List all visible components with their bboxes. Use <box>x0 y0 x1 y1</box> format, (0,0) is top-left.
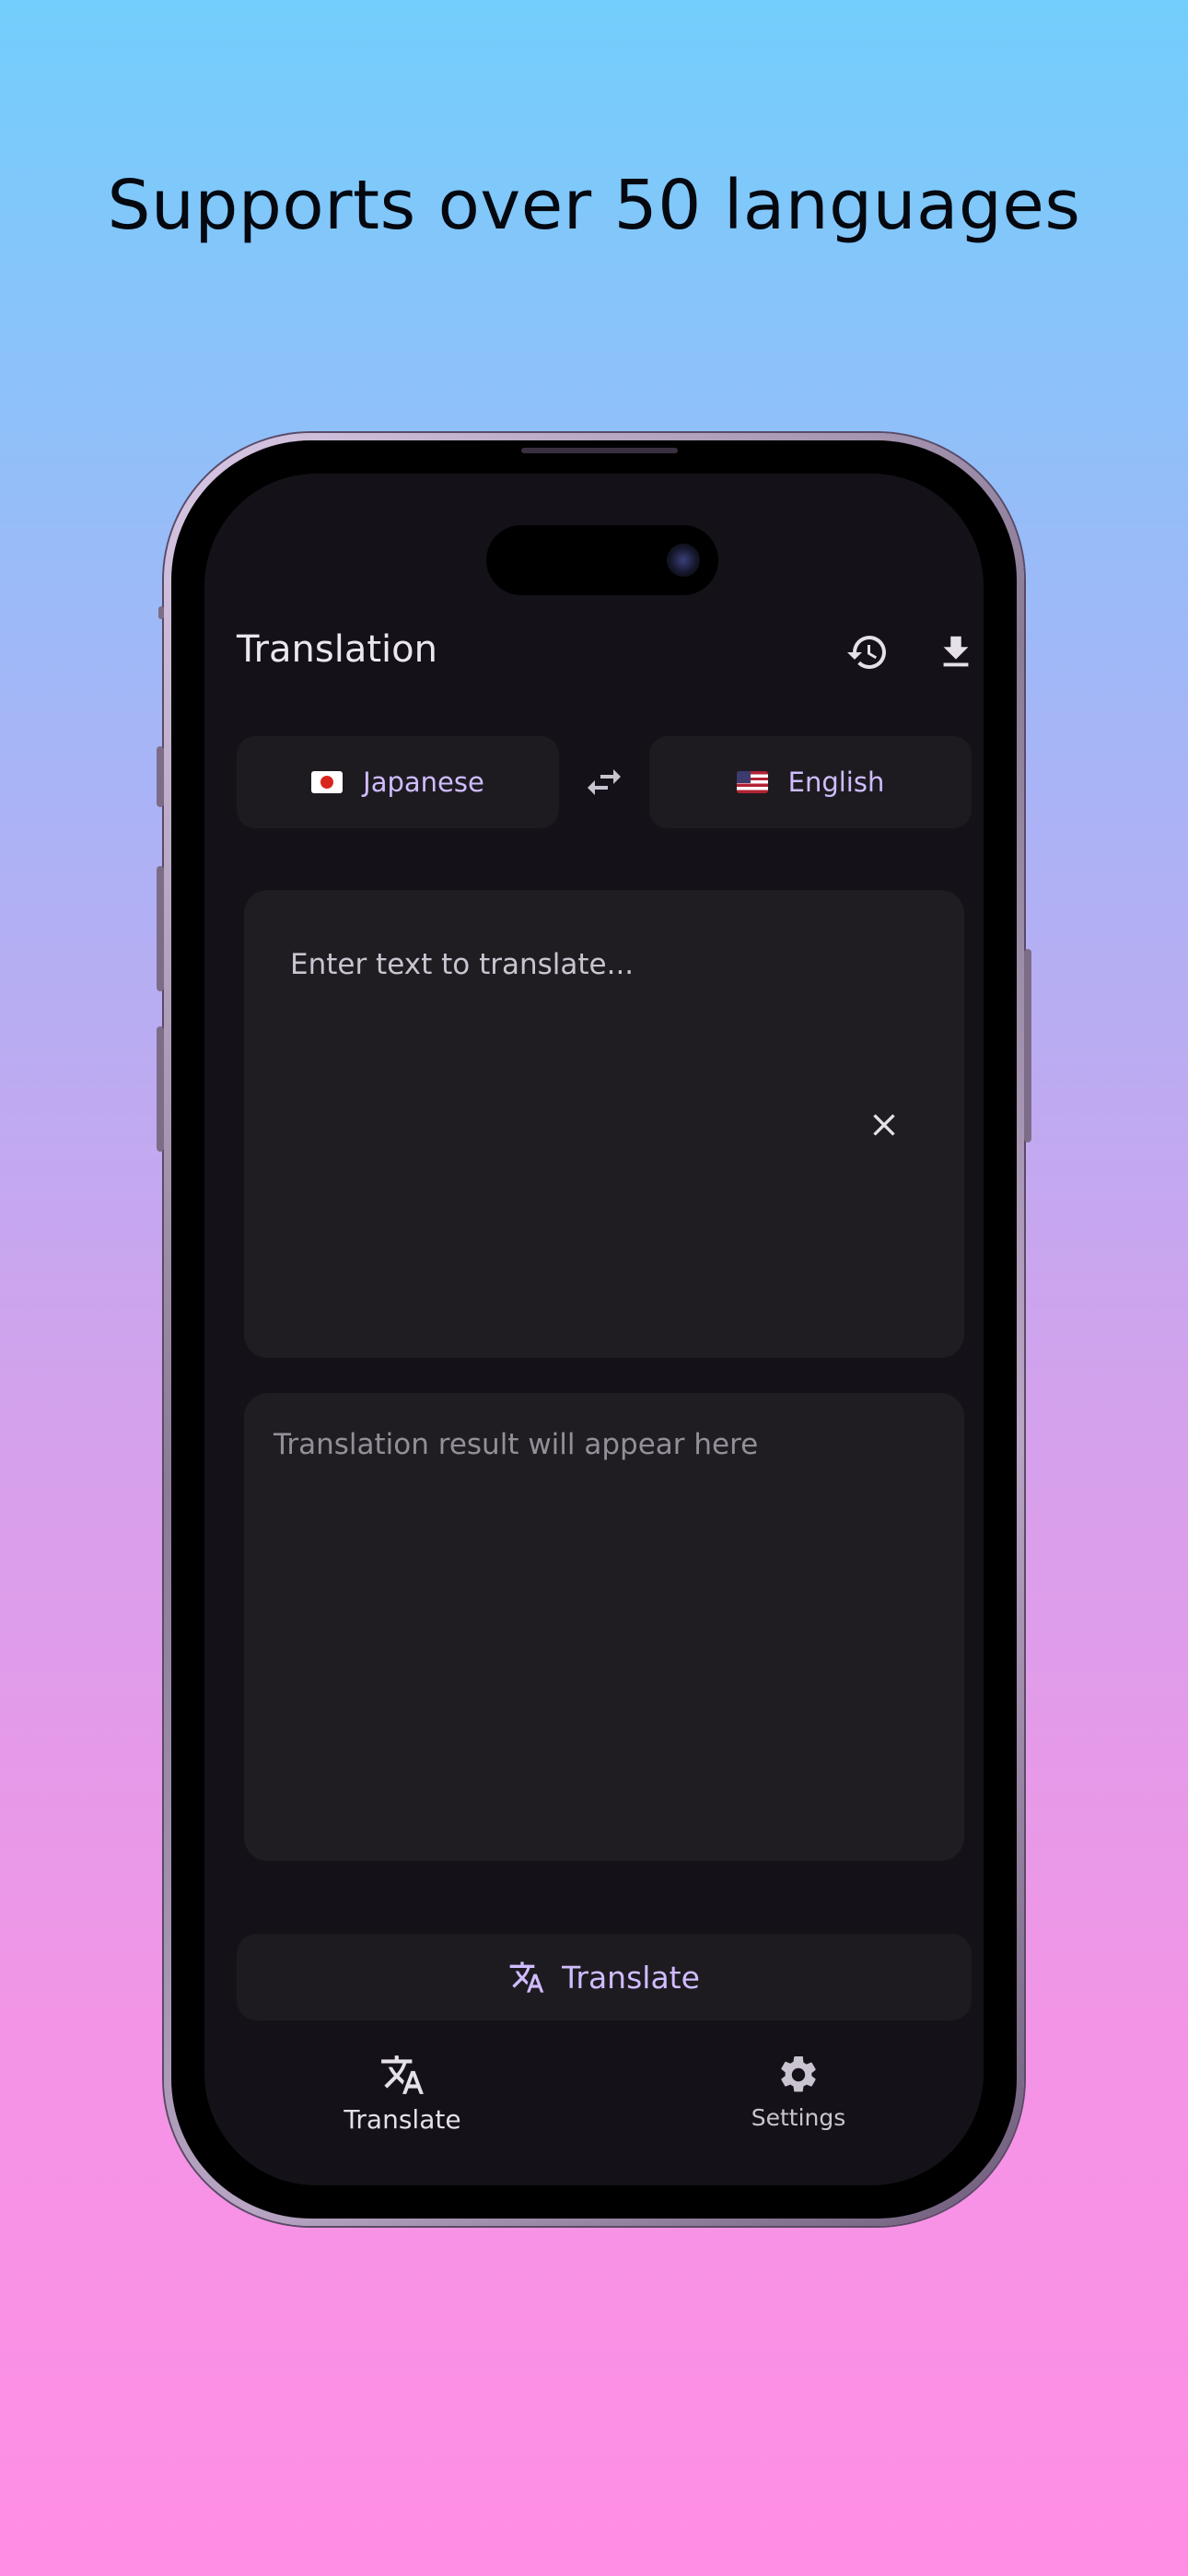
download-icon <box>943 636 969 667</box>
phone-frame: Translation Japanese English Enter text … <box>157 433 1031 2226</box>
bottom-nav: Translate Settings <box>204 2040 984 2160</box>
app-bar: Translation <box>204 612 984 695</box>
swap-languages-button[interactable] <box>568 755 640 810</box>
clear-input-button[interactable] <box>852 1093 916 1157</box>
translate-icon <box>509 1961 544 1993</box>
result-card: Translation result will appear here <box>244 1393 964 1861</box>
speaker-grille <box>521 448 678 453</box>
camera-icon <box>667 544 700 577</box>
page-title: Translation <box>237 628 437 671</box>
input-card <box>244 890 964 1358</box>
translate-button[interactable]: Translate <box>237 1934 972 2020</box>
side-button <box>158 606 164 619</box>
nav-label-translate: Translate <box>344 2104 461 2135</box>
swap-arrows-icon <box>588 769 621 795</box>
target-language-label: English <box>787 767 885 798</box>
nav-item-translate[interactable]: Translate <box>292 2040 513 2150</box>
translate-button-label: Translate <box>562 1959 700 1996</box>
target-language-button[interactable]: English <box>649 736 972 828</box>
close-icon <box>873 1114 895 1136</box>
side-button <box>157 746 164 807</box>
us-flag-icon <box>736 771 768 793</box>
volume-up-button <box>157 866 164 991</box>
history-button[interactable] <box>840 625 895 680</box>
translate-icon <box>379 2051 426 2099</box>
source-language-label: Japanese <box>363 767 484 798</box>
headline: Supports over 50 languages <box>107 166 1081 245</box>
phone-bezel: Translation Japanese English Enter text … <box>171 440 1017 2219</box>
app-screen: Translation Japanese English Enter text … <box>204 474 984 2185</box>
download-button[interactable] <box>928 625 984 680</box>
history-icon <box>847 636 886 669</box>
power-button <box>1024 949 1031 1142</box>
result-placeholder: Translation result will appear here <box>274 1428 759 1461</box>
nav-item-settings[interactable]: Settings <box>688 2040 909 2150</box>
language-selector: Japanese English <box>237 736 972 828</box>
dynamic-island <box>486 525 718 595</box>
gear-icon <box>775 2051 822 2099</box>
japan-flag-icon <box>311 771 344 793</box>
translate-input[interactable] <box>288 936 863 993</box>
source-language-button[interactable]: Japanese <box>237 736 559 828</box>
nav-label-settings: Settings <box>751 2104 846 2131</box>
volume-down-button <box>157 1026 164 1152</box>
